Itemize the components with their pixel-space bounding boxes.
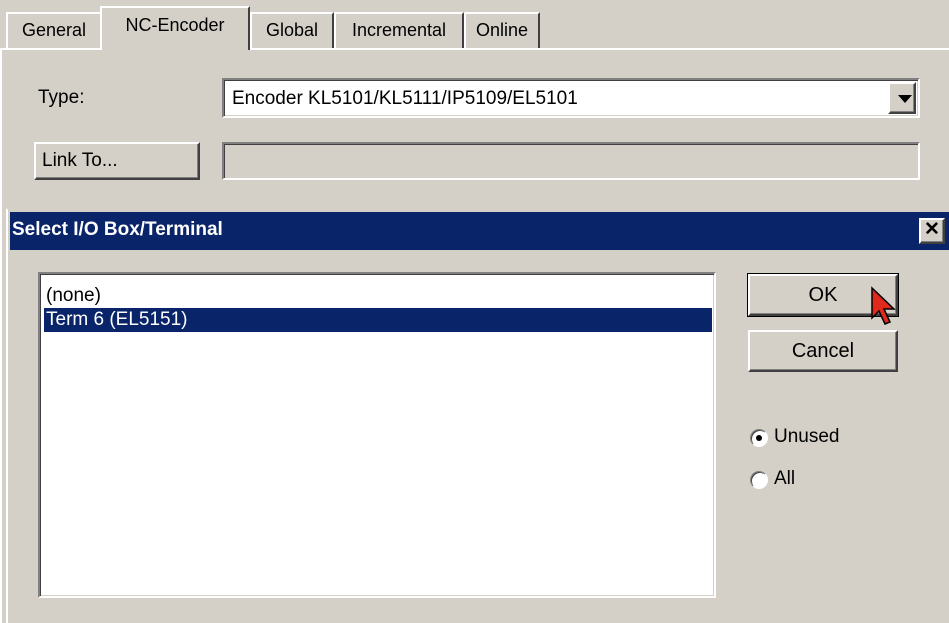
tab-general[interactable]: General <box>6 12 102 48</box>
type-label: Type: <box>38 87 85 108</box>
terminal-listbox[interactable]: (none) Term 6 (EL5151) <box>38 272 716 598</box>
tab-online[interactable]: Online <box>464 12 540 48</box>
radio-checked-dot <box>756 435 762 441</box>
tab-incremental[interactable]: Incremental <box>334 12 464 48</box>
radio-unused-label: Unused <box>774 426 840 447</box>
link-to-field <box>222 142 920 180</box>
link-to-button[interactable]: Link To... <box>34 142 200 180</box>
type-select-dropdown-button[interactable] <box>888 82 916 114</box>
list-item-term6[interactable]: Term 6 (EL5151) <box>44 308 712 332</box>
chevron-down-icon <box>898 95 912 103</box>
cancel-button[interactable]: Cancel <box>748 330 898 372</box>
radio-unused-circle[interactable] <box>750 429 768 447</box>
type-select-value: Encoder KL5101/KL5111/IP5109/EL5101 <box>232 88 578 109</box>
tab-nc-encoder[interactable]: NC-Encoder <box>100 6 250 50</box>
tab-global[interactable]: Global <box>250 12 334 48</box>
radio-all-circle[interactable] <box>750 471 768 489</box>
mouse-pointer-icon <box>871 286 896 325</box>
dialog-title: Select I/O Box/Terminal <box>12 219 223 240</box>
radio-all-label: All <box>774 468 796 489</box>
close-icon[interactable]: ✕ <box>919 218 945 244</box>
dialog-titlebar[interactable]: Select I/O Box/Terminal ✕ <box>10 212 949 250</box>
list-item-none[interactable]: (none) <box>44 284 712 308</box>
type-select[interactable]: Encoder KL5101/KL5111/IP5109/EL5101 <box>222 78 920 118</box>
tab-page-edge <box>0 50 2 623</box>
